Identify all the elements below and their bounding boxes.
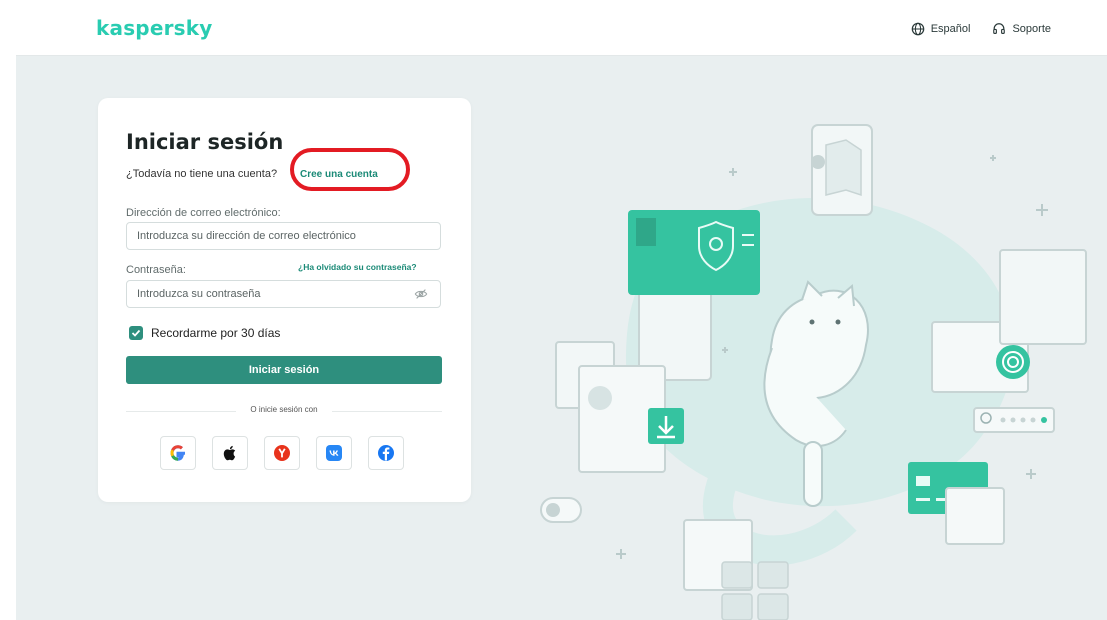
vk-login-button[interactable] xyxy=(316,436,352,470)
page-title: Iniciar sesión xyxy=(126,130,284,154)
google-login-button[interactable] xyxy=(160,436,196,470)
top-bar: kaspersky Español Soporte xyxy=(16,0,1107,56)
language-selector[interactable]: Español xyxy=(911,22,971,36)
sign-in-button[interactable]: Iniciar sesión xyxy=(126,356,442,384)
password-label: Contraseña: xyxy=(126,264,186,276)
headset-icon xyxy=(993,23,1006,34)
kaspersky-logo[interactable]: kaspersky xyxy=(96,16,213,40)
support-link[interactable]: Soporte xyxy=(992,22,1051,36)
create-account-link[interactable]: Cree una cuenta xyxy=(300,169,378,180)
facebook-login-button[interactable] xyxy=(368,436,404,470)
login-card: Iniciar sesión ¿Todavía no tiene una cue… xyxy=(98,98,471,502)
email-field[interactable] xyxy=(126,222,441,250)
email-label: Dirección de correo electrónico: xyxy=(126,207,281,219)
apple-icon xyxy=(223,445,236,461)
password-field[interactable] xyxy=(126,280,441,308)
forgot-password-link[interactable]: ¿Ha olvidado su contraseña? xyxy=(298,262,417,272)
remember-me-checkbox[interactable]: Recordarme por 30 días xyxy=(129,326,280,340)
top-nav: Español Soporte xyxy=(911,22,1051,36)
no-account-text: ¿Todavía no tiene una cuenta? xyxy=(126,168,278,180)
yandex-login-button[interactable] xyxy=(264,436,300,470)
remember-me-label: Recordarme por 30 días xyxy=(151,326,281,340)
support-label: Soporte xyxy=(1012,23,1051,35)
security-illustration xyxy=(540,124,1087,620)
globe-icon xyxy=(911,22,925,36)
apple-login-button[interactable] xyxy=(212,436,248,470)
page: kaspersky Español Soporte Iniciar sesión… xyxy=(16,0,1107,620)
checkbox-checked[interactable] xyxy=(129,326,143,340)
eye-slash-icon[interactable] xyxy=(414,287,428,301)
checkmark-icon xyxy=(131,329,141,337)
facebook-icon xyxy=(378,445,394,461)
google-icon xyxy=(170,445,185,461)
yandex-icon xyxy=(274,445,290,461)
vk-icon xyxy=(326,445,342,461)
language-label: Español xyxy=(930,23,971,35)
alt-login-label: O inicie sesión con xyxy=(236,405,332,414)
